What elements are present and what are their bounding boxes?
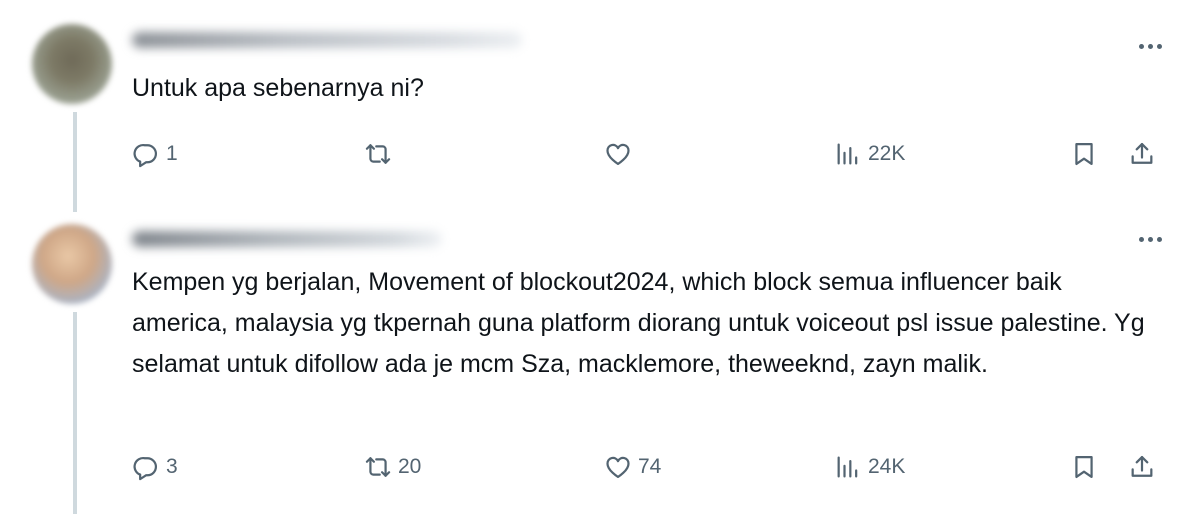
bookmark-icon [1075,455,1093,479]
share-button[interactable] [1128,447,1156,487]
thread-line-bottom [73,312,77,514]
thread-line-top [73,112,77,212]
more-icon [1139,237,1144,242]
retweet-count: 20 [398,455,422,478]
bookmark-button[interactable] [1070,447,1098,487]
views-icon [837,456,858,478]
views-icon [837,143,858,165]
author-name-redacted[interactable] [132,32,522,48]
tweet-text: Untuk apa sebenarnya ni? [132,74,424,102]
views-count: 22K [868,142,906,165]
reply-count: 1 [166,142,178,165]
reply-button[interactable]: 3 [132,447,178,487]
more-button[interactable] [1139,44,1162,49]
like-icon [606,456,630,479]
like-button[interactable]: 74 [604,447,661,487]
bookmark-button[interactable] [1070,134,1098,174]
views-count: 24K [868,455,906,478]
tweet-actions: 1 22K [132,134,1162,174]
bookmark-icon [1075,142,1093,166]
tweet-actions: 3 20 74 24K [132,447,1162,487]
like-count: 74 [638,455,662,478]
share-button[interactable] [1128,134,1156,174]
retweet-icon [365,457,391,477]
share-icon [1131,142,1153,164]
author-name-redacted[interactable] [132,231,442,247]
share-icon [1131,455,1153,477]
more-button[interactable] [1139,237,1162,242]
reply-icon [133,456,158,481]
like-icon [606,143,630,166]
like-button[interactable] [604,134,638,174]
reply-count: 3 [166,455,178,478]
more-icon [1139,44,1144,49]
reply-button[interactable]: 1 [132,134,178,174]
reply-icon [133,143,158,168]
tweet-text: Kempen yg berjalan, Movement of blockout… [132,268,1145,378]
views-button[interactable]: 22K [834,134,905,174]
retweet-icon [365,144,391,164]
views-button[interactable]: 24K [834,447,905,487]
retweet-button[interactable] [364,134,398,174]
retweet-button[interactable]: 20 [364,447,421,487]
avatar[interactable] [32,224,112,304]
avatar[interactable] [32,24,112,104]
